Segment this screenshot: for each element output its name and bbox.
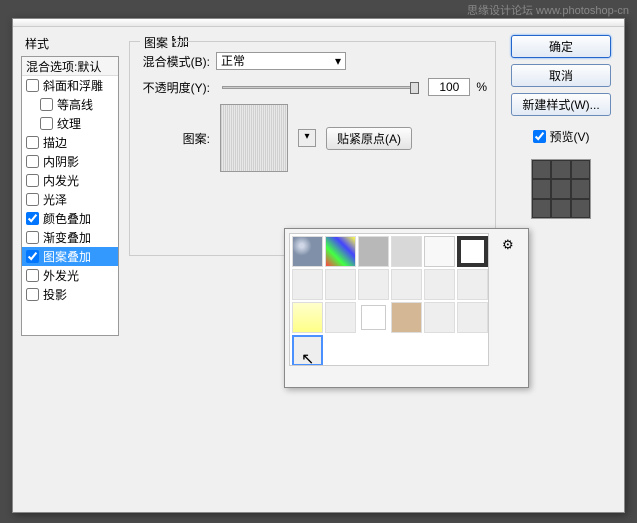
ok-button[interactable]: 确定	[511, 35, 611, 58]
snap-origin-button[interactable]: 贴紧原点(A)	[326, 127, 412, 150]
opacity-row: 不透明度(Y): %	[138, 78, 487, 96]
dialog-content: 样式 混合选项:默认 斜面和浮雕 等高线 纹理 描边 内阴影 内发光 光泽 颜色…	[13, 27, 624, 512]
style-inner-shadow[interactable]: 内阴影	[22, 152, 118, 171]
preview-label: 预览(V)	[550, 128, 590, 145]
style-texture[interactable]: 纹理	[22, 114, 118, 133]
pattern-thumb[interactable]	[424, 302, 455, 333]
checkbox-drop-shadow[interactable]	[26, 288, 39, 301]
pattern-dropdown-icon[interactable]: ▾	[298, 129, 316, 147]
pattern-picker-popup: ⚙	[284, 228, 529, 388]
pattern-grid[interactable]	[289, 233, 489, 366]
pattern-thumb[interactable]	[292, 302, 323, 333]
preview-thumbnail	[531, 159, 591, 219]
dialog-titlebar	[13, 19, 624, 27]
subgroup-title: 图案	[140, 34, 172, 51]
new-style-button[interactable]: 新建样式(W)...	[511, 93, 611, 116]
opacity-percent: %	[476, 80, 487, 94]
pattern-thumb[interactable]	[358, 302, 389, 333]
preview-checkbox[interactable]	[533, 130, 546, 143]
style-stroke[interactable]: 描边	[22, 133, 118, 152]
pattern-thumb[interactable]	[292, 236, 323, 267]
pattern-thumb[interactable]	[292, 269, 323, 300]
gear-icon[interactable]: ⚙	[502, 237, 518, 253]
pattern-row: 图案: ▾ 贴紧原点(A)	[138, 104, 487, 172]
styles-heading: 样式	[21, 35, 119, 52]
pattern-overlay-group: 图案 混合模式(B): 正常 不透明度(Y): % 图案: ▾ 贴紧原点(A)	[129, 41, 496, 256]
pattern-thumb[interactable]	[325, 236, 356, 267]
checkbox-color-overlay[interactable]	[26, 212, 39, 225]
checkbox-stroke[interactable]	[26, 136, 39, 149]
style-color-overlay[interactable]: 颜色叠加	[22, 209, 118, 228]
styles-panel: 样式 混合选项:默认 斜面和浮雕 等高线 纹理 描边 内阴影 内发光 光泽 颜色…	[21, 35, 119, 504]
style-drop-shadow[interactable]: 投影	[22, 285, 118, 304]
settings-panel: 图案叠加 图案 混合模式(B): 正常 不透明度(Y): % 图案: ▾	[129, 35, 496, 504]
blend-mode-row: 混合模式(B): 正常	[138, 52, 487, 70]
style-satin[interactable]: 光泽	[22, 190, 118, 209]
opacity-input[interactable]	[428, 78, 470, 96]
pattern-swatch[interactable]	[220, 104, 288, 172]
pattern-thumb[interactable]	[391, 302, 422, 333]
pattern-thumb[interactable]	[457, 302, 488, 333]
checkbox-pattern-overlay[interactable]	[26, 250, 39, 263]
layer-style-dialog: 样式 混合选项:默认 斜面和浮雕 等高线 纹理 描边 内阴影 内发光 光泽 颜色…	[12, 18, 625, 513]
checkbox-satin[interactable]	[26, 193, 39, 206]
pattern-thumb[interactable]	[391, 269, 422, 300]
style-gradient-overlay[interactable]: 渐变叠加	[22, 228, 118, 247]
style-bevel-emboss[interactable]: 斜面和浮雕	[22, 76, 118, 95]
opacity-label: 不透明度(Y):	[138, 79, 210, 96]
pattern-thumb[interactable]	[325, 269, 356, 300]
checkbox-gradient-overlay[interactable]	[26, 231, 39, 244]
pattern-thumb[interactable]	[325, 302, 356, 333]
opacity-slider[interactable]	[222, 86, 416, 89]
style-outer-glow[interactable]: 外发光	[22, 266, 118, 285]
pattern-thumb[interactable]	[424, 236, 455, 267]
watermark-text: 思缘设计论坛 www.photoshop-cn	[467, 2, 629, 18]
checkbox-bevel[interactable]	[26, 79, 39, 92]
opacity-thumb[interactable]	[410, 82, 419, 94]
blend-mode-label: 混合模式(B):	[138, 53, 210, 70]
checkbox-contour[interactable]	[40, 98, 53, 111]
cancel-button[interactable]: 取消	[511, 64, 611, 87]
checkbox-inner-glow[interactable]	[26, 174, 39, 187]
blend-options-default[interactable]: 混合选项:默认	[22, 57, 118, 76]
blend-mode-select[interactable]: 正常	[216, 52, 346, 70]
style-contour[interactable]: 等高线	[22, 95, 118, 114]
pattern-label: 图案:	[138, 130, 210, 147]
checkbox-outer-glow[interactable]	[26, 269, 39, 282]
checkbox-inner-shadow[interactable]	[26, 155, 39, 168]
pattern-thumb[interactable]	[457, 269, 488, 300]
style-inner-glow[interactable]: 内发光	[22, 171, 118, 190]
pattern-thumb[interactable]	[391, 236, 422, 267]
pattern-thumb[interactable]	[358, 236, 389, 267]
pattern-thumb[interactable]	[358, 269, 389, 300]
preview-row: 预览(V)	[533, 128, 590, 145]
style-pattern-overlay[interactable]: 图案叠加	[22, 247, 118, 266]
checkbox-texture[interactable]	[40, 117, 53, 130]
pattern-thumb[interactable]	[424, 269, 455, 300]
pattern-thumb[interactable]	[457, 236, 488, 267]
pattern-thumb-selected[interactable]	[292, 335, 323, 366]
styles-list: 混合选项:默认 斜面和浮雕 等高线 纹理 描边 内阴影 内发光 光泽 颜色叠加 …	[21, 56, 119, 336]
